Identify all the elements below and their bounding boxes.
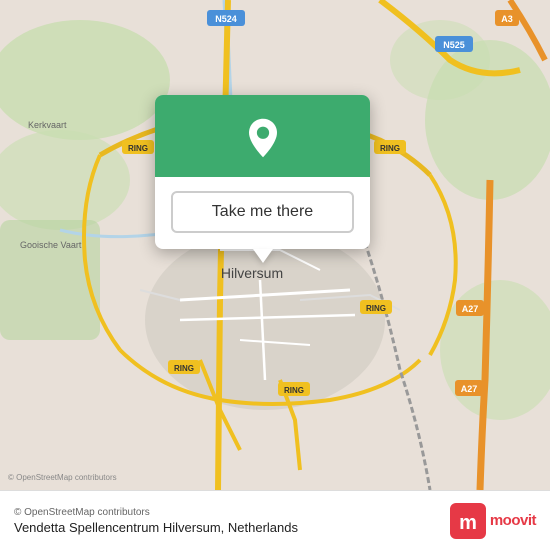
svg-text:A3: A3 xyxy=(501,14,513,24)
svg-text:N525: N525 xyxy=(443,40,465,50)
location-pin-icon xyxy=(242,117,284,159)
svg-text:© OpenStreetMap contributors: © OpenStreetMap contributors xyxy=(8,473,117,482)
take-me-there-button[interactable]: Take me there xyxy=(171,191,354,233)
svg-text:m: m xyxy=(459,512,477,534)
popup-tail xyxy=(253,249,273,263)
svg-text:Kerkvaart: Kerkvaart xyxy=(28,120,67,130)
moovit-icon: m xyxy=(450,503,486,539)
svg-text:N524: N524 xyxy=(215,14,237,24)
svg-text:Gooische Vaart: Gooische Vaart xyxy=(20,240,82,250)
svg-text:A27: A27 xyxy=(462,304,479,314)
popup-header xyxy=(155,95,370,177)
svg-text:Hilversum: Hilversum xyxy=(221,265,283,281)
bottom-bar: © OpenStreetMap contributors Vendetta Sp… xyxy=(0,490,550,550)
svg-text:RING: RING xyxy=(366,304,386,313)
bottom-info: © OpenStreetMap contributors Vendetta Sp… xyxy=(14,507,298,535)
map-view: N524 N525 A3 A27 A27 RING RING RING RING… xyxy=(0,0,550,490)
svg-text:RING: RING xyxy=(128,144,148,153)
svg-text:RING: RING xyxy=(174,364,194,373)
svg-text:A27: A27 xyxy=(461,384,478,394)
location-title: Vendetta Spellencentrum Hilversum, Nethe… xyxy=(14,520,298,535)
moovit-logo: m moovit xyxy=(450,503,536,539)
svg-text:RING: RING xyxy=(380,144,400,153)
popup-body: Take me there xyxy=(155,177,370,249)
location-popup: Take me there xyxy=(155,95,370,249)
moovit-label: moovit xyxy=(490,512,536,529)
svg-text:RING: RING xyxy=(284,386,304,395)
attribution-text: © OpenStreetMap contributors xyxy=(14,507,298,518)
